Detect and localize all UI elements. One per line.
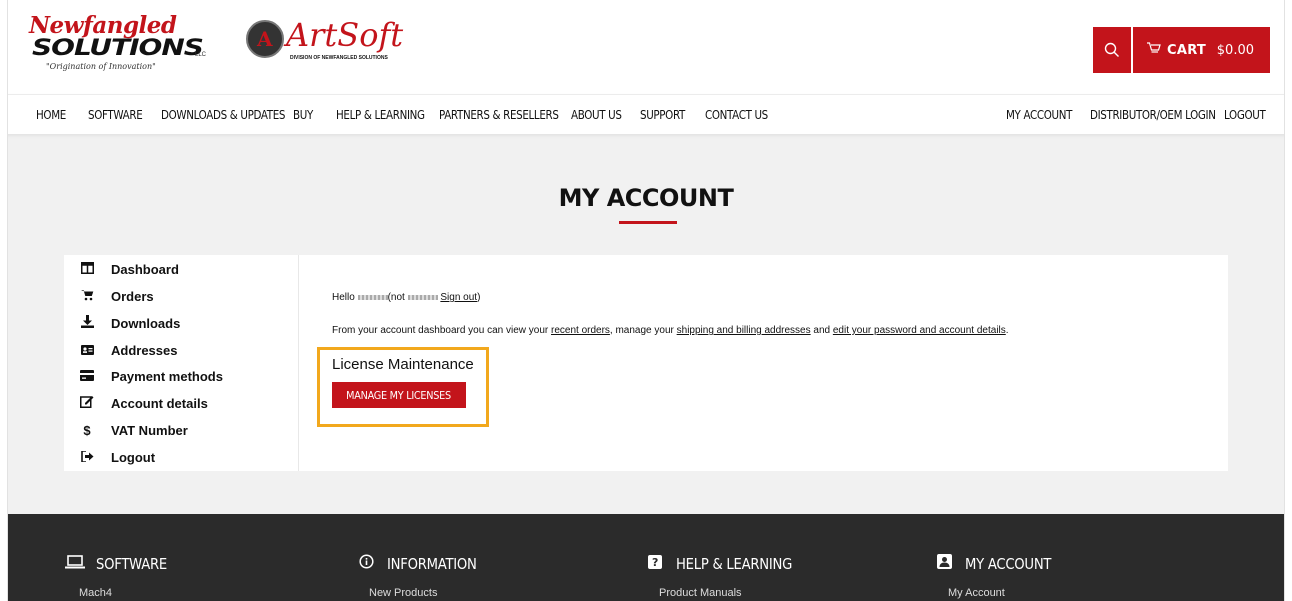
redacted-username bbox=[407, 294, 438, 300]
svg-text:?: ? bbox=[652, 556, 658, 569]
page-title: MY ACCOUNT bbox=[558, 184, 734, 212]
sidebar-item-addresses[interactable]: Addresses bbox=[78, 340, 177, 360]
question-icon: ? bbox=[644, 554, 666, 573]
footer-heading-text: MY ACCOUNT bbox=[965, 554, 1052, 573]
nav-contact-us[interactable]: CONTACT US bbox=[705, 108, 768, 122]
sidebar-item-downloads[interactable]: Downloads bbox=[78, 313, 180, 333]
account-panel: Dashboard Orders Downloads Addresses Pay… bbox=[64, 255, 1228, 471]
footer-column-my-account: MY ACCOUNT My Account bbox=[933, 554, 1063, 599]
license-maintenance-title: License Maintenance bbox=[332, 356, 474, 373]
footer-heading-text: SOFTWARE bbox=[96, 554, 167, 573]
search-icon bbox=[1104, 42, 1119, 57]
cart-total: $0.00 bbox=[1216, 42, 1254, 58]
nav-about-us[interactable]: ABOUT US bbox=[571, 108, 622, 122]
nav-distributor-oem-login[interactable]: DISTRIBUTOR/OEM LOGIN bbox=[1090, 108, 1216, 122]
account-box-icon bbox=[933, 554, 955, 573]
nav-home[interactable]: HOME bbox=[36, 108, 66, 122]
nav-logout[interactable]: LOGOUT bbox=[1224, 108, 1266, 122]
sidebar-item-vat-number[interactable]: $ VAT Number bbox=[78, 420, 188, 440]
addresses-link[interactable]: shipping and billing addresses bbox=[677, 325, 811, 336]
dashboard-description: From your account dashboard you can view… bbox=[332, 325, 1009, 336]
footer-heading-text: HELP & LEARNING bbox=[676, 554, 793, 573]
cart-icon bbox=[78, 289, 96, 304]
dashboard-icon bbox=[78, 261, 96, 277]
artsoft-logo-division: DIVISION OF NEWFANGLED SOLUTIONS bbox=[290, 55, 388, 61]
footer-heading: ? HELP & LEARNING bbox=[644, 554, 808, 573]
sign-out-link[interactable]: Sign out bbox=[440, 292, 477, 303]
newfangled-logo[interactable]: Newfangled SOLUTIONS LLC "Origination of… bbox=[27, 12, 206, 76]
site-header: Newfangled SOLUTIONS LLC "Origination of… bbox=[0, 0, 1292, 94]
footer-heading: INFORMATION bbox=[355, 554, 489, 573]
newfangled-logo-llc: LLC bbox=[195, 52, 207, 58]
sidebar-item-label: Addresses bbox=[111, 342, 178, 358]
title-underline bbox=[619, 221, 677, 224]
newfangled-logo-main: SOLUTIONS bbox=[32, 34, 204, 61]
sidebar-item-label: Downloads bbox=[111, 315, 181, 331]
footer-link[interactable]: Mach4 bbox=[79, 587, 112, 599]
account-sidebar: Dashboard Orders Downloads Addresses Pay… bbox=[64, 255, 299, 471]
footer-link[interactable]: New Products bbox=[369, 587, 437, 599]
cart-button[interactable]: CART $0.00 bbox=[1133, 27, 1270, 73]
download-icon bbox=[78, 315, 96, 331]
nav-software[interactable]: SOFTWARE bbox=[88, 108, 143, 122]
greeting-text: Hello (not Sign out) bbox=[332, 292, 480, 303]
sidebar-item-payment-methods[interactable]: Payment methods bbox=[78, 366, 223, 386]
main-navigation: HOME SOFTWARE DOWNLOADS & UPDATES BUY HE… bbox=[0, 94, 1292, 134]
close-paren: ) bbox=[477, 292, 481, 303]
manage-licenses-button[interactable]: MANAGE MY LICENSES bbox=[332, 382, 466, 408]
cart-icon bbox=[1147, 42, 1161, 58]
hello-prefix: Hello bbox=[332, 292, 355, 303]
credit-card-icon bbox=[78, 369, 96, 384]
sidebar-item-label: Account details bbox=[111, 395, 208, 411]
window-frame-right bbox=[1284, 0, 1292, 601]
footer-heading: SOFTWARE bbox=[64, 554, 177, 573]
sidebar-item-label: Dashboard bbox=[111, 261, 179, 277]
desc-text: , manage your bbox=[609, 325, 677, 336]
footer-link[interactable]: Product Manuals bbox=[659, 587, 742, 599]
newfangled-logo-tagline: "Origination of Innovation" bbox=[46, 62, 156, 71]
account-details-link[interactable]: edit your password and account details bbox=[833, 325, 1006, 336]
not-prefix: (not bbox=[387, 292, 405, 303]
footer-heading-text: INFORMATION bbox=[387, 554, 477, 573]
manage-licenses-label: MANAGE MY LICENSES bbox=[346, 388, 452, 402]
redacted-username bbox=[357, 294, 388, 300]
nav-partners-resellers[interactable]: PARTNERS & RESELLERS bbox=[439, 108, 559, 122]
sidebar-item-label: Orders bbox=[111, 288, 154, 304]
laptop-icon bbox=[64, 554, 86, 573]
search-button[interactable] bbox=[1093, 27, 1131, 73]
sidebar-item-logout[interactable]: Logout bbox=[78, 447, 155, 467]
window-frame-left bbox=[0, 0, 8, 601]
sidebar-item-dashboard[interactable]: Dashboard bbox=[78, 259, 179, 279]
sign-out-icon bbox=[78, 449, 96, 465]
artsoft-logo-word: ArtSoft bbox=[286, 16, 404, 54]
sidebar-item-account-details[interactable]: Account details bbox=[78, 393, 208, 413]
edit-icon bbox=[78, 395, 96, 411]
nav-help-learning[interactable]: HELP & LEARNING bbox=[336, 108, 425, 122]
site-footer: SOFTWARE Mach4 INFORMATION New Products … bbox=[0, 514, 1292, 601]
artsoft-logo[interactable]: ArtSoft DIVISION OF NEWFANGLED SOLUTIONS bbox=[246, 16, 416, 76]
footer-column-software: SOFTWARE Mach4 bbox=[64, 554, 177, 599]
sidebar-item-orders[interactable]: Orders bbox=[78, 286, 154, 306]
recent-orders-link[interactable]: recent orders bbox=[551, 325, 610, 336]
footer-heading: MY ACCOUNT bbox=[933, 554, 1063, 573]
desc-text: and bbox=[810, 325, 833, 336]
nav-downloads-updates[interactable]: DOWNLOADS & UPDATES bbox=[161, 108, 285, 122]
sidebar-item-label: Logout bbox=[111, 449, 156, 465]
info-circle-icon bbox=[355, 554, 377, 573]
sidebar-item-label: Payment methods bbox=[111, 368, 223, 384]
desc-text: . bbox=[1005, 325, 1009, 336]
nav-my-account[interactable]: MY ACCOUNT bbox=[1006, 108, 1072, 122]
nav-support[interactable]: SUPPORT bbox=[640, 108, 685, 122]
footer-column-information: INFORMATION New Products bbox=[355, 554, 489, 599]
desc-text: From your account dashboard you can view… bbox=[332, 325, 551, 336]
footer-link[interactable]: My Account bbox=[948, 587, 1005, 599]
nav-buy[interactable]: BUY bbox=[293, 108, 313, 122]
address-card-icon bbox=[78, 343, 96, 358]
artsoft-seal-icon bbox=[246, 20, 284, 58]
footer-column-help-learning: ? HELP & LEARNING Product Manuals bbox=[644, 554, 808, 599]
dollar-icon: $ bbox=[83, 422, 91, 438]
sidebar-item-label: VAT Number bbox=[111, 422, 188, 438]
cart-label: CART bbox=[1167, 42, 1207, 58]
